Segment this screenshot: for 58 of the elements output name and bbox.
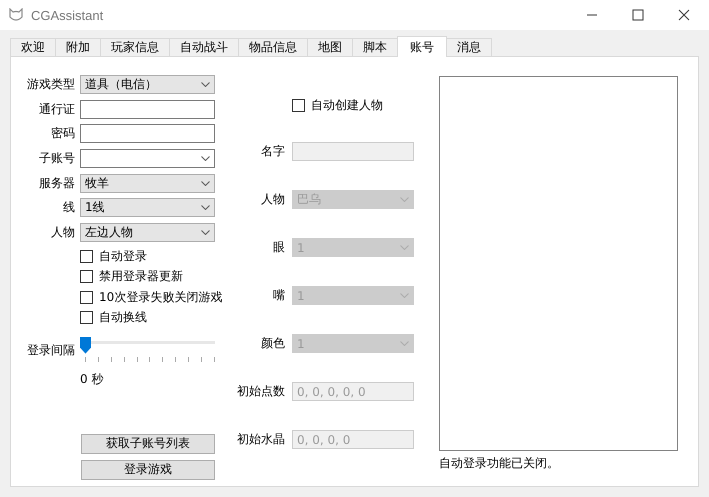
checkbox[interactable] [292,98,305,112]
checkbox-label: 自动登录 [99,248,147,265]
chevron-icon [400,341,409,346]
chevron-icon [400,197,409,202]
field-label: 线 [62,199,75,216]
field-label: 名字 [260,143,285,160]
chevron-icon [201,82,210,87]
dropdown[interactable]: 1线 [80,198,215,218]
close-icon[interactable] [678,9,690,21]
checkbox-label: 自动创建人物 [311,96,383,114]
button[interactable]: 登录游戏 [81,460,215,480]
chevron-icon [400,245,409,250]
field-label: 子账号 [38,150,75,168]
field-label: 嘴 [272,287,285,304]
field-label: 人物 [50,224,75,242]
tab[interactable]: 消息 [446,38,492,56]
field-label: 游戏类型 [26,76,75,93]
field-label: 初始点数 [236,383,285,400]
field-label: 初始水晶 [236,431,285,448]
checkbox-label: 自动换线 [99,309,147,326]
checkbox[interactable] [80,270,93,284]
checkbox-label: 10次登录失败关闭游戏 [99,288,222,306]
field-label: 密码 [50,125,75,142]
cat-icon [8,8,24,22]
checkbox[interactable] [80,250,93,263]
field-label: 颜色 [260,335,285,352]
chevron-icon [201,205,210,210]
status-text: 自动登录功能已关闭。 [439,455,560,472]
tab[interactable]: 玩家信息 [100,38,170,56]
tab[interactable]: 物品信息 [238,38,308,56]
chevron-icon [201,180,210,186]
slider-label: 登录间隔 [26,342,75,359]
tab[interactable]: 账号 [397,36,447,57]
slider-value: 0 秒 [80,370,104,388]
tab[interactable]: 欢迎 [10,38,56,56]
checkbox-label: 禁用登录器更新 [99,268,183,286]
combo-box[interactable] [80,149,215,168]
maximize-icon[interactable] [632,9,644,21]
tab[interactable]: 自动战斗 [169,38,239,56]
dropdown[interactable]: 牧羊 [80,174,215,193]
window-title: CGAssistant [31,8,104,22]
chevron-icon [201,156,210,162]
slider-thumb[interactable] [80,336,91,354]
field-label: 服务器 [38,174,75,192]
button[interactable]: 获取子账号列表 [81,434,215,454]
dropdown[interactable]: 左边人物 [80,223,215,242]
checkbox[interactable] [80,311,93,324]
tab[interactable]: 脚本 [352,38,398,56]
tab[interactable]: 附加 [55,38,101,56]
chevron-icon [400,293,409,298]
dropdown[interactable]: 道具（电信） [80,75,215,94]
field-label: 人物 [260,191,285,208]
field-label: 眼 [272,239,285,256]
checkbox[interactable] [80,290,93,304]
input-field[interactable] [80,124,215,144]
chevron-icon [201,230,210,236]
field-label: 通行证 [38,100,75,118]
input-field[interactable] [80,100,215,119]
